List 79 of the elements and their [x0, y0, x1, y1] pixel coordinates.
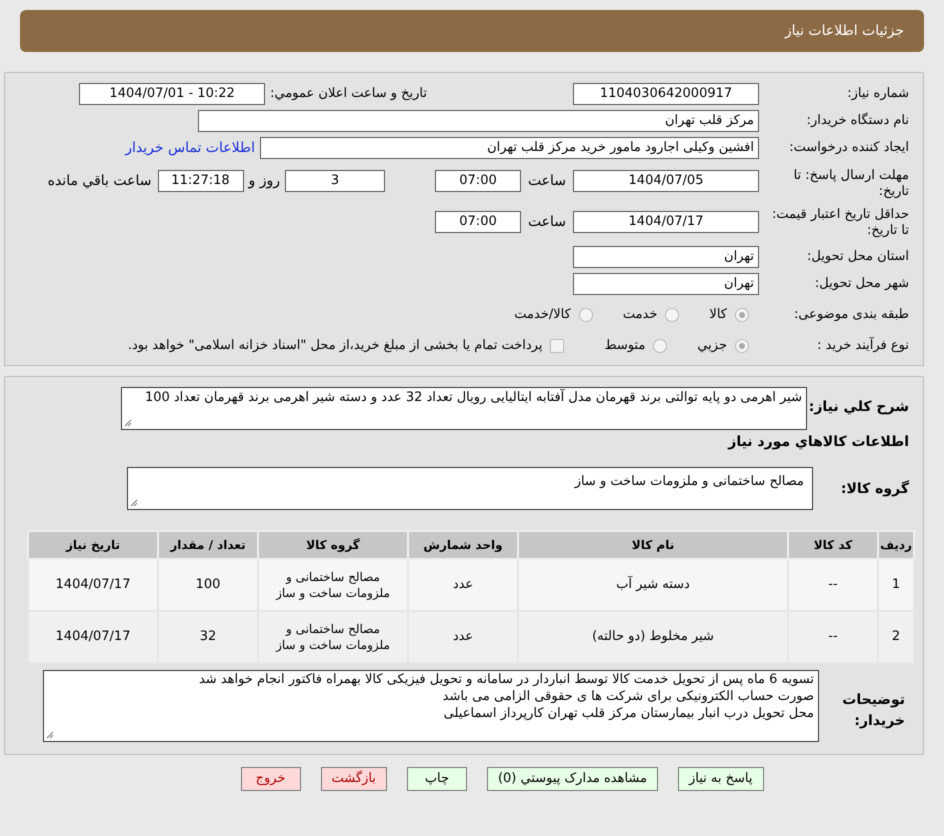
radio-label: جزيي	[697, 337, 727, 356]
text-field[interactable]: 1404/07/05	[573, 170, 759, 192]
radio-button[interactable]	[578, 308, 593, 322]
table-cell: --	[788, 559, 878, 611]
field-label: مهلت ارسال پاسخ: تا تاریخ:	[792, 168, 909, 200]
table-cell: --	[788, 611, 878, 663]
column-header: گروه کالا	[258, 531, 408, 559]
radio-button[interactable]	[653, 339, 668, 353]
text-field[interactable]: افشین وکیلی اجارود مامور خرید مرکز قلب تهران	[260, 137, 759, 159]
text-field[interactable]: مرکز قلب تهران	[198, 110, 759, 132]
field-label: شهر محل تحویل:	[814, 275, 909, 294]
text-field[interactable]: 07:00	[435, 211, 521, 233]
text-field[interactable]: 11:27:18	[158, 170, 244, 192]
time-label: ساعت	[526, 212, 568, 232]
resize-grip-icon	[124, 419, 132, 427]
column-header: نام کالا	[518, 531, 788, 559]
time-label: ساعت	[526, 172, 568, 190]
table-cell: 32	[158, 611, 258, 663]
column-header: تاریخ نیاز	[28, 531, 158, 559]
text-field[interactable]: 3	[285, 170, 385, 192]
text-field[interactable]: 1404/07/01 - 10:22	[79, 83, 266, 105]
table-cell: 2	[878, 611, 914, 663]
table-cell: 1404/07/17	[28, 611, 158, 663]
checkbox-label: پرداخت تمام یا بخشی از مبلغ خرید،از محل "اسناد خزانه اسلامی" خواهد بود.	[128, 337, 542, 356]
radio-label: کالا/خدمت	[514, 306, 571, 324]
table-cell: مصالح ساختمانی و ملزومات ساخت و ساز	[258, 611, 408, 663]
radio-button[interactable]	[735, 339, 749, 353]
text-field[interactable]: تهران	[573, 273, 759, 295]
buyer-contact-link[interactable]: اطلاعات تماس خریدار	[125, 138, 255, 158]
remaining-label: ساعت باقي مانده	[48, 172, 152, 190]
field-label: طبقه بندی موضوعی:	[792, 306, 909, 324]
action-button[interactable]: پاسخ به نیاز	[678, 767, 764, 791]
notes-line: محل تحویل درب انبار بیمارستان مرکز قلب تهران کارپرداز اسماعیلی	[442, 705, 814, 722]
radio-button[interactable]	[665, 308, 680, 322]
text-field[interactable]: 07:00	[435, 170, 521, 192]
text-field[interactable]: 1404/07/17	[573, 211, 759, 233]
table-cell: شیر مخلوط (دو حالته)	[518, 611, 788, 663]
text-field[interactable]: 1104030642000917	[573, 83, 759, 105]
table-cell: عدد	[408, 559, 518, 611]
action-button[interactable]: خروج	[240, 767, 301, 791]
field-label: شماره نیاز:	[846, 85, 909, 104]
table-cell: عدد	[408, 611, 518, 663]
description-field[interactable]: شیر اهرمی دو پایه توالتی برند قهرمان مدل آفتابه ایتالیایی رویال تعداد 32 عدد و دسته شیر اهرمی برند قهرمان تعداد 100	[121, 387, 807, 430]
field-label: استان محل تحویل:	[806, 248, 909, 266]
page-title: جزئیات اطلاعات نیاز	[784, 22, 904, 40]
resize-grip-icon	[46, 731, 54, 739]
action-button[interactable]: مشاهده مدارک پیوستي (0)	[486, 767, 658, 791]
text-field[interactable]: تهران	[573, 246, 759, 268]
column-header: واحد شمارش	[408, 531, 518, 559]
field-label: شرح کلي نیاز:	[808, 398, 909, 417]
radio-label: خدمت	[622, 306, 658, 324]
radio-button[interactable]	[735, 308, 749, 322]
days-label: روز و	[246, 172, 281, 190]
field-label: گروه کالا:	[840, 479, 909, 499]
checkbox[interactable]	[550, 339, 564, 353]
table-cell: 1404/07/17	[28, 559, 158, 611]
field-label: نوع فرآیند خرید :	[816, 336, 909, 356]
action-button[interactable]: بازگشت	[320, 767, 387, 791]
column-header: تعداد / مقدار	[158, 531, 258, 559]
column-header: کد کالا	[788, 531, 878, 559]
notes-line: تسویه 6 ماه پس از تحویل خدمت کالا توسط انباردار در سامانه و تحویل فیزیکی کالا بهمراه فاکتور انجام خواهد شد	[198, 671, 814, 688]
section-heading: اطلاعات کالاهاي مورد نیاز	[726, 433, 909, 452]
table-cell: مصالح ساختمانی و ملزومات ساخت و ساز	[258, 559, 408, 611]
column-header: ردیف	[878, 531, 914, 559]
table-cell: 1	[878, 559, 914, 611]
resize-grip-icon	[130, 499, 138, 507]
field-label: تاریخ و ساعت اعلان عمومي:	[270, 85, 427, 104]
table-cell: 100	[158, 559, 258, 611]
radio-label: کالا	[709, 306, 727, 324]
buyer-notes-field[interactable]	[43, 670, 819, 742]
notes-line: صورت حساب الکترونیکی برای شرکت ها ی حقوقی الزامی می باشد	[442, 688, 814, 705]
field-label: نام دستگاه خریدار:	[806, 112, 909, 130]
radio-label: متوسط	[604, 337, 646, 356]
table-cell: دسته شیر آب	[518, 559, 788, 611]
field-label: توضیحات خریدار:	[841, 691, 906, 731]
field-label: ایجاد کننده درخواست:	[788, 139, 909, 158]
goods-group-field[interactable]: مصالح ساختمانی و ملزومات ساخت و ساز	[127, 467, 813, 510]
field-label: حداقل تاریخ اعتبار قیمت: تا تاریخ:	[770, 207, 909, 239]
action-button[interactable]: چاپ	[406, 767, 467, 791]
